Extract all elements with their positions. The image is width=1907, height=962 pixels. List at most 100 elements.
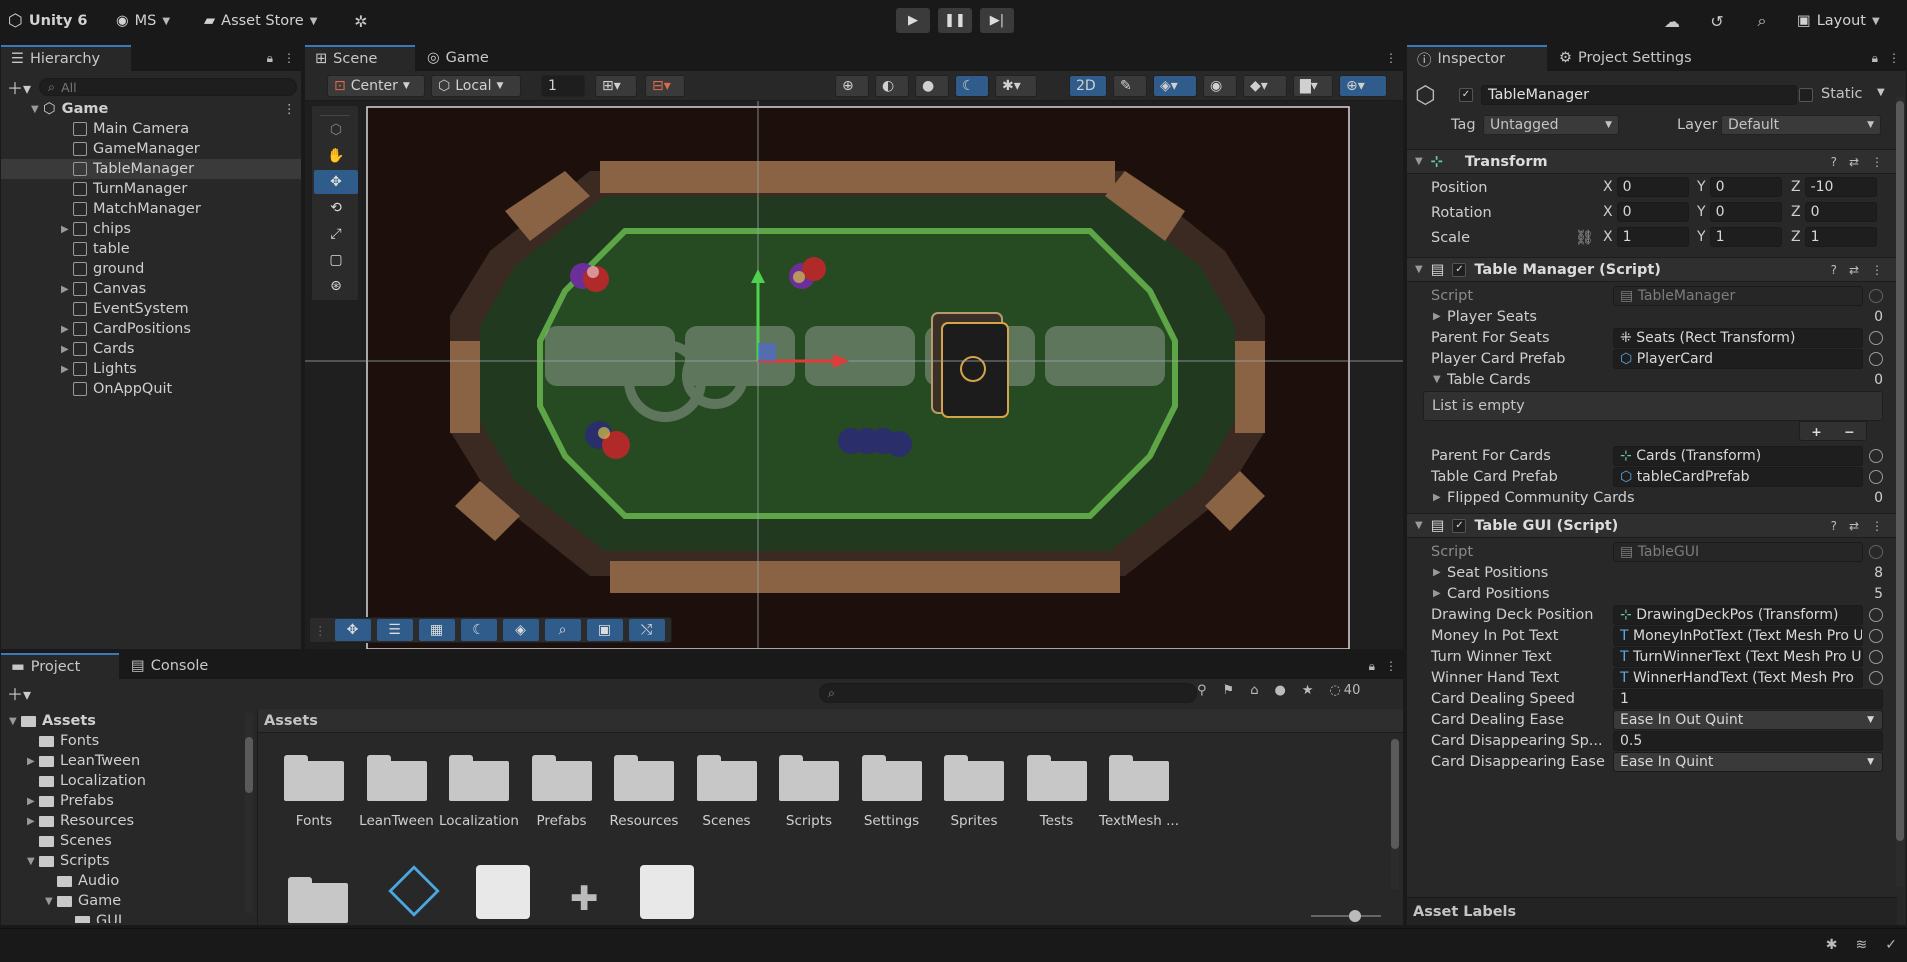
wireframe-button[interactable]: ◐ [875, 75, 909, 97]
foldout-triangle-icon[interactable]: ▼ [1415, 156, 1423, 167]
asset-folder[interactable]: Scripts [769, 755, 849, 829]
field-value[interactable]: 0 [1616, 177, 1689, 197]
position-z[interactable]: Z -10 [1791, 177, 1877, 197]
asset-store-dropdown[interactable]: ▰ Asset Store ▼ [204, 8, 317, 34]
grid-snap-button[interactable]: ⊞▾ [595, 75, 637, 97]
scriptable-object-icon[interactable] [476, 865, 530, 919]
cache-icon[interactable]: ≋ [1856, 937, 1868, 953]
project-tree-item[interactable]: GUI [63, 911, 122, 923]
array-size[interactable]: 5 [1859, 584, 1883, 604]
check-circle-icon[interactable]: ✓ [1885, 937, 1897, 953]
chevron-down-icon[interactable]: ▼ [1877, 87, 1885, 98]
array-size[interactable]: 8 [1859, 563, 1883, 583]
table-gui-header[interactable]: ▼ ▤ ✓ Table GUI (Script) ? ⇄ ⋮ [1407, 513, 1897, 538]
pivot-dropdown[interactable]: ⊡ Center ▼ [327, 75, 425, 97]
grid-scrollbar[interactable] [1391, 739, 1399, 889]
number-field[interactable]: 1 [1613, 688, 1883, 709]
asset-folder[interactable]: Settings [852, 755, 932, 829]
foldout-triangle-icon[interactable]: ▶ [1433, 588, 1441, 599]
foldout-triangle-icon[interactable]: ▶ [1433, 492, 1441, 503]
rect-tool-button[interactable]: ▢ [314, 248, 358, 272]
scale-z[interactable]: Z1 [1791, 227, 1877, 247]
move-icon[interactable]: ✥ [334, 619, 371, 641]
hierarchy-item[interactable]: ▶ Canvas [1, 279, 301, 299]
gizmos-dropdown[interactable]: ⊕▾ [1339, 75, 1387, 97]
table-cards-row[interactable]: ▼ Table Cards 0 [1407, 367, 1897, 392]
layer-dropdown[interactable]: Default ▼ [1721, 115, 1881, 135]
layers-dropdown[interactable]: ◆▾ [1243, 75, 1287, 97]
asset-folder[interactable]: Localization [439, 755, 519, 829]
object-field[interactable]: ⊹ Cards (Transform) [1613, 445, 1863, 466]
tab-console[interactable]: ▤ Console [121, 653, 218, 679]
enum-dropdown[interactable]: Ease In Out Quint ▼ [1613, 709, 1883, 730]
breadcrumb-item[interactable]: Assets [264, 713, 318, 729]
tab-scene[interactable]: ⊞ Scene [305, 45, 415, 71]
field-value[interactable]: -10 [1804, 177, 1877, 197]
hidden-packages[interactable]: ◌ 40 [1329, 683, 1360, 698]
scene-viewport[interactable]: ⬡ ✋ ✥ ⟲ ⤢ ▢ ⊛ ⋮ ✥ ☰ ▦ ☾ ◈ ⌕ ▣ ⤭ [305, 101, 1403, 649]
project-tree-item[interactable]: ▶ Prefabs [27, 791, 114, 811]
2d-toggle[interactable]: 2D [1069, 75, 1107, 97]
asset-labels-bar[interactable]: Asset Labels [1407, 897, 1897, 925]
scale-tool-button[interactable]: ⤢ [314, 222, 358, 246]
tree-scrollbar[interactable] [245, 713, 253, 913]
transform-header[interactable]: ▼ ⊹ Transform ? ⇄ ⋮ [1407, 149, 1897, 174]
scrollbar-thumb[interactable] [1391, 739, 1399, 849]
object-field[interactable]: T MoneyInPotText (Text Mesh Pro U [1613, 625, 1863, 646]
cloud-icon[interactable]: ☁ [1660, 9, 1684, 33]
preset-icon[interactable]: ⇄ [1849, 519, 1859, 533]
asset-folder[interactable]: Sprites [934, 755, 1014, 829]
hand-tool-button[interactable]: ✋ [314, 144, 358, 168]
hierarchy-item[interactable]: TableManager [1, 159, 301, 179]
project-tree-item[interactable]: Audio [45, 871, 119, 891]
field-value[interactable]: 0 [1804, 202, 1877, 222]
position-y[interactable]: Y0 [1697, 177, 1782, 197]
space-dropdown[interactable]: ⬡ Local ▼ [431, 75, 521, 97]
position-x[interactable]: X0 [1603, 177, 1689, 197]
field-value[interactable]: 1 [1616, 227, 1689, 247]
camera-icon[interactable]: ▣ [586, 619, 623, 641]
tab-hierarchy[interactable]: ☰ Hierarchy [1, 45, 131, 71]
scale-y[interactable]: Y1 [1697, 227, 1782, 247]
step-button[interactable]: ▶| [980, 8, 1014, 33]
hierarchy-item[interactable]: ground [1, 259, 301, 279]
array-size[interactable]: 0 [1859, 307, 1883, 327]
more-icon[interactable]: ⋮ [283, 51, 295, 66]
audio-toggle[interactable]: ◈▾ [1153, 75, 1197, 97]
hierarchy-item[interactable]: ▶ CardPositions [1, 319, 301, 339]
object-field[interactable]: T WinnerHandText (Text Mesh Pro [1613, 667, 1863, 688]
error-icon[interactable]: ● [1274, 683, 1285, 698]
grid-increment-field[interactable]: 1 [541, 75, 585, 97]
tab-inspector[interactable]: ⓘ Inspector [1407, 45, 1547, 71]
pause-button[interactable]: ❚❚ [938, 8, 972, 33]
expand-triangle-icon[interactable]: ▶ [27, 796, 39, 807]
create-button[interactable]: ＋▾ [7, 683, 31, 704]
asset-folder[interactable]: Prefabs [522, 755, 602, 829]
asset-folder[interactable]: Fonts [274, 755, 354, 829]
hierarchy-item[interactable]: ▶ chips [1, 219, 301, 239]
camera-dropdown[interactable]: ▇▾ [1293, 75, 1333, 97]
search-by-type-icon[interactable]: ⚲ [1197, 683, 1207, 698]
object-field[interactable]: ⬡ PlayerCard [1613, 348, 1863, 369]
scrollbar-thumb[interactable] [1896, 101, 1904, 841]
array-size[interactable]: 0 [1859, 370, 1883, 390]
hierarchy-search[interactable]: ⌕ All [39, 78, 297, 96]
lock-icon[interactable]: 🔒︎ [1369, 659, 1375, 674]
preset-icon[interactable]: ⇄ [1849, 155, 1859, 169]
object-field[interactable]: ⬡ tableCardPrefab [1613, 466, 1863, 487]
palette-grip[interactable] [320, 108, 350, 116]
flipped-cards-row[interactable]: ▶ Flipped Community Cards 0 [1407, 485, 1897, 510]
field-value[interactable]: 0 [1616, 202, 1689, 222]
asset-folder[interactable]: Scenes [687, 755, 767, 829]
object-picker-icon[interactable] [1869, 351, 1883, 366]
more-icon[interactable]: ⋮ [1871, 263, 1883, 277]
object-picker-icon[interactable] [1869, 607, 1883, 622]
component-enabled-checkbox[interactable]: ✓ [1452, 262, 1467, 277]
hierarchy-item[interactable]: ▶ Cards [1, 339, 301, 359]
search-icon[interactable]: ⌕ [544, 619, 581, 641]
expand-triangle-icon[interactable]: ▶ [61, 364, 73, 375]
lock-icon[interactable]: 🔒︎ [1872, 51, 1878, 66]
inspector-scrollbar[interactable] [1896, 97, 1904, 887]
asset-folder[interactable] [288, 877, 348, 923]
project-tree-item[interactable]: Scenes [27, 831, 112, 851]
